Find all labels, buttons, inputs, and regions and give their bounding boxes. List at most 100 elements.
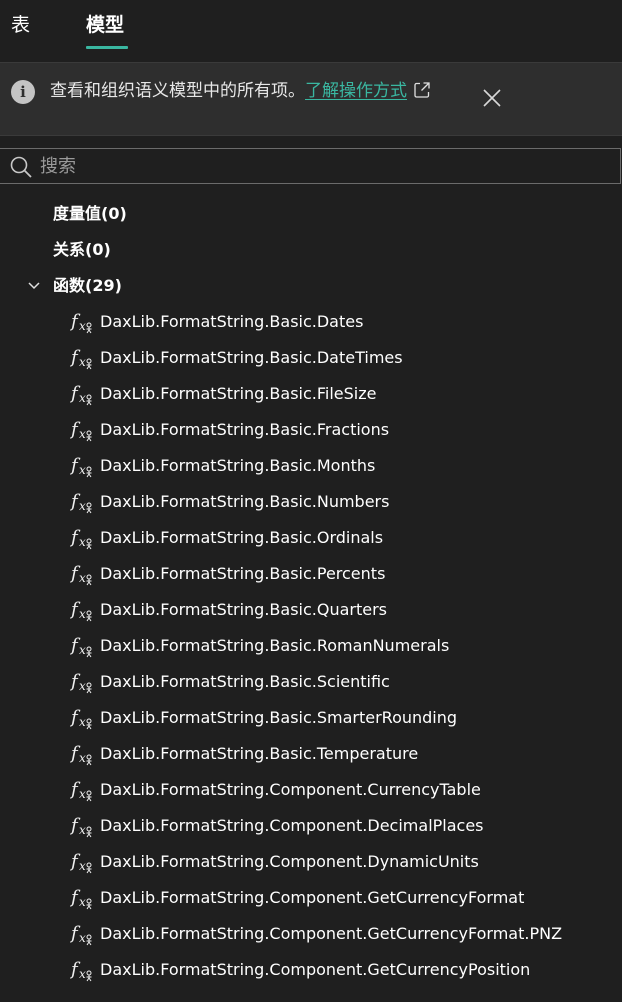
function-item[interactable]: f x DaxLib.FormatString.Basic.Ordinals bbox=[0, 520, 622, 556]
function-item[interactable]: f x DaxLib.FormatString.Component.GetCurre… bbox=[0, 916, 622, 952]
function-item[interactable]: f x DaxLib.FormatString.Component.DecimalP… bbox=[0, 808, 622, 844]
model-explorer-pane: 表 模型 i 查看和组织语义模型中的所有项。了解操作方式 搜索 度量值(0) 关… bbox=[0, 0, 622, 1002]
svg-text:x: x bbox=[79, 571, 86, 585]
search-box[interactable] bbox=[0, 148, 621, 184]
function-icon: fx bbox=[69, 382, 96, 406]
svg-text:x: x bbox=[79, 931, 86, 945]
function-label: DaxLib.FormatString.Basic.Percents bbox=[100, 564, 386, 583]
function-icon: fx bbox=[69, 310, 96, 334]
function-label: DaxLib.FormatString.Component.GetCurrenc… bbox=[100, 888, 525, 907]
svg-text:x: x bbox=[79, 679, 86, 693]
function-icon: fx bbox=[69, 490, 96, 514]
function-label: DaxLib.FormatString.Basic.Dates bbox=[100, 312, 364, 331]
function-icon: fx bbox=[69, 526, 96, 550]
info-icon: i bbox=[11, 80, 35, 104]
function-label: DaxLib.FormatString.Basic.FileSize bbox=[100, 384, 377, 403]
svg-text:x: x bbox=[79, 895, 86, 909]
function-icon: fx bbox=[69, 922, 96, 946]
svg-text:x: x bbox=[79, 463, 86, 477]
function-label: DaxLib.FormatString.Basic.SmarterRoundin… bbox=[100, 708, 458, 727]
svg-text:x: x bbox=[79, 643, 86, 657]
search-input[interactable] bbox=[40, 151, 600, 181]
function-icon: fx bbox=[69, 958, 96, 982]
function-item[interactable]: f x DaxLib.FormatString.Basic.RomanNumeral… bbox=[0, 628, 622, 664]
function-icon: fx bbox=[69, 634, 96, 658]
svg-text:x: x bbox=[79, 715, 86, 729]
function-icon: fx bbox=[69, 670, 96, 694]
function-icon: fx bbox=[69, 454, 96, 478]
model-tree: 度量值(0) 关系(0) 函数(29) f x DaxLib.FormatStrin… bbox=[0, 196, 622, 988]
function-label: DaxLib.FormatString.Basic.Numbers bbox=[100, 492, 390, 511]
function-icon: fx bbox=[69, 742, 96, 766]
function-label: DaxLib.FormatString.Basic.Temperature bbox=[100, 744, 419, 763]
function-label: DaxLib.FormatString.Basic.Scientific bbox=[100, 672, 390, 691]
function-label: DaxLib.FormatString.Component.CurrencyTa… bbox=[100, 780, 481, 799]
function-item[interactable]: f x DaxLib.FormatString.Basic.FileSize bbox=[0, 376, 622, 412]
function-icon: fx bbox=[69, 706, 96, 730]
function-item[interactable]: f x DaxLib.FormatString.Basic.Temperature bbox=[0, 736, 622, 772]
function-icon: fx bbox=[69, 598, 96, 622]
function-item[interactable]: f x DaxLib.FormatString.Component.DynamicU… bbox=[0, 844, 622, 880]
svg-text:x: x bbox=[79, 787, 86, 801]
svg-text:x: x bbox=[79, 859, 86, 873]
function-label: DaxLib.FormatString.Component.DynamicUni… bbox=[100, 852, 479, 871]
function-item[interactable]: f x DaxLib.FormatString.Basic.Dates bbox=[0, 304, 622, 340]
function-label: DaxLib.FormatString.Basic.Fractions bbox=[100, 420, 390, 439]
function-item[interactable]: f x DaxLib.FormatString.Basic.Fractions bbox=[0, 412, 622, 448]
functions-label: 函数(29) bbox=[53, 276, 122, 295]
tab-model[interactable]: 模型 bbox=[86, 10, 124, 40]
function-label: DaxLib.FormatString.Component.GetCurrenc… bbox=[100, 960, 531, 979]
search-icon bbox=[10, 156, 32, 178]
svg-text:x: x bbox=[79, 967, 86, 981]
close-icon bbox=[483, 89, 501, 107]
external-link-icon[interactable] bbox=[413, 81, 431, 107]
function-label: DaxLib.FormatString.Component.DecimalPla… bbox=[100, 816, 484, 835]
function-item[interactable]: f x DaxLib.FormatString.Basic.Scientific bbox=[0, 664, 622, 700]
function-item[interactable]: f x DaxLib.FormatString.Basic.Numbers bbox=[0, 484, 622, 520]
tab-table[interactable]: 表 bbox=[11, 10, 30, 40]
banner-text: 查看和组织语义模型中的所有项。 bbox=[50, 81, 305, 101]
function-label: DaxLib.FormatString.Basic.Months bbox=[100, 456, 376, 475]
svg-text:x: x bbox=[79, 823, 86, 837]
function-icon: fx bbox=[69, 850, 96, 874]
svg-text:x: x bbox=[79, 391, 86, 405]
function-icon: fx bbox=[69, 814, 96, 838]
function-item[interactable]: f x DaxLib.FormatString.Basic.Percents bbox=[0, 556, 622, 592]
function-label: DaxLib.FormatString.Component.GetCurrenc… bbox=[100, 924, 563, 943]
function-icon: fx bbox=[69, 418, 96, 442]
function-item[interactable]: f x DaxLib.FormatString.Component.GetCurre… bbox=[0, 952, 622, 988]
tree-node-functions[interactable]: 函数(29) bbox=[0, 268, 622, 304]
measures-label: 度量值(0) bbox=[53, 204, 127, 223]
function-icon: fx bbox=[69, 778, 96, 802]
svg-text:x: x bbox=[79, 499, 86, 513]
active-tab-indicator bbox=[86, 46, 128, 49]
function-item[interactable]: f x DaxLib.FormatString.Basic.Quarters bbox=[0, 592, 622, 628]
function-label: DaxLib.FormatString.Basic.Ordinals bbox=[100, 528, 384, 547]
svg-text:x: x bbox=[79, 751, 86, 765]
function-item[interactable]: f x DaxLib.FormatString.Basic.DateTimes bbox=[0, 340, 622, 376]
function-label: DaxLib.FormatString.Basic.Quarters bbox=[100, 600, 388, 619]
svg-text:x: x bbox=[79, 355, 86, 369]
banner-message: 查看和组织语义模型中的所有项。了解操作方式 bbox=[50, 78, 431, 107]
tree-node-measures[interactable]: 度量值(0) bbox=[0, 196, 622, 232]
function-icon: fx bbox=[69, 346, 96, 370]
function-list: f x DaxLib.FormatString.Basic.Dates f x DaxLi… bbox=[0, 304, 622, 988]
function-item[interactable]: f x DaxLib.FormatString.Component.Currency… bbox=[0, 772, 622, 808]
function-item[interactable]: f x DaxLib.FormatString.Basic.Months bbox=[0, 448, 622, 484]
function-icon: fx bbox=[69, 562, 96, 586]
learn-how-link[interactable]: 了解操作方式 bbox=[305, 81, 407, 101]
function-label: DaxLib.FormatString.Basic.RomanNumerals bbox=[100, 636, 450, 655]
function-icon: fx bbox=[69, 886, 96, 910]
tree-node-relationships[interactable]: 关系(0) bbox=[0, 232, 622, 268]
function-label: DaxLib.FormatString.Basic.DateTimes bbox=[100, 348, 403, 367]
svg-text:x: x bbox=[79, 319, 86, 333]
tab-bar: 表 模型 bbox=[0, 0, 622, 56]
function-item[interactable]: f x DaxLib.FormatString.Component.GetCurre… bbox=[0, 880, 622, 916]
function-item[interactable]: f x DaxLib.FormatString.Basic.SmarterRound… bbox=[0, 700, 622, 736]
chevron-down-icon[interactable] bbox=[27, 280, 41, 292]
svg-text:x: x bbox=[79, 427, 86, 441]
info-banner: i 查看和组织语义模型中的所有项。了解操作方式 bbox=[0, 62, 622, 136]
close-banner-button[interactable] bbox=[480, 86, 504, 110]
svg-text:x: x bbox=[79, 607, 86, 621]
relationships-label: 关系(0) bbox=[53, 240, 111, 259]
